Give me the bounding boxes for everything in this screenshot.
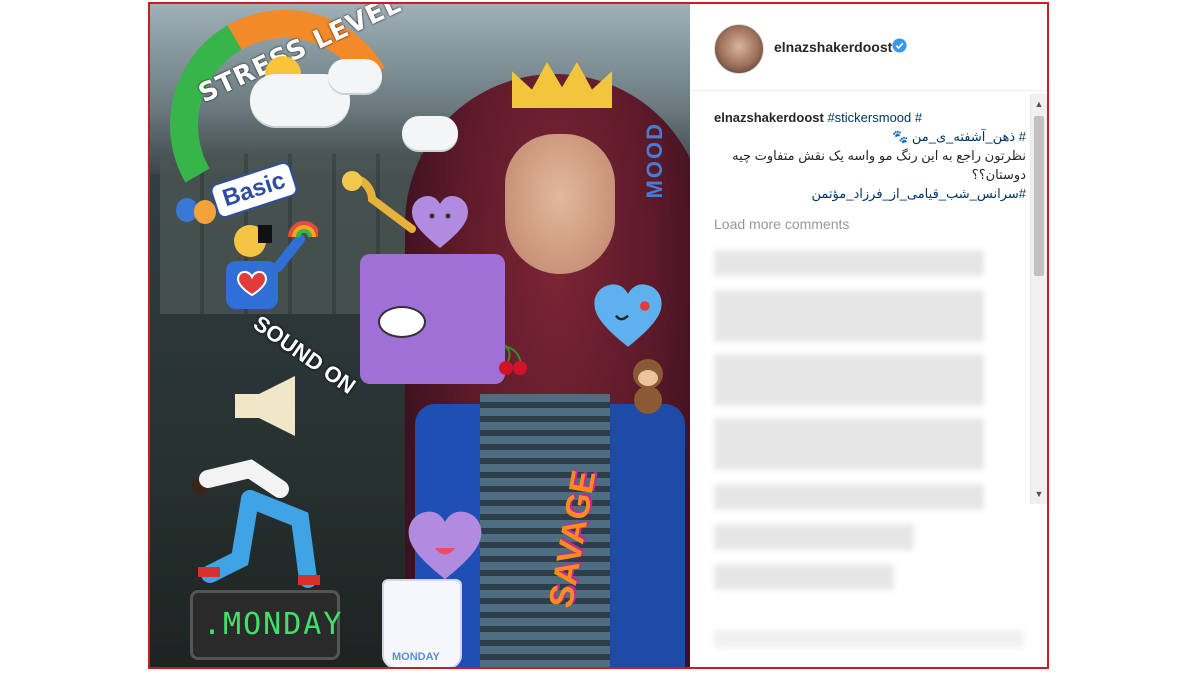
blurred-comment bbox=[714, 564, 894, 590]
blurred-comment-input bbox=[714, 630, 1024, 648]
blurred-comment bbox=[714, 484, 984, 510]
monkey-icon bbox=[633, 359, 663, 414]
coffee-mug-sticker: MONDAY bbox=[382, 579, 462, 667]
scroll-thumb[interactable] bbox=[1034, 116, 1044, 276]
caption-username[interactable]: elnazshakerdoost bbox=[714, 110, 824, 125]
mug-label: MONDAY bbox=[392, 651, 440, 663]
person-heart-sticker bbox=[226, 221, 318, 309]
caption-line-2: نظرتون راجع به این رنگ مو واسه یک نقش مت… bbox=[732, 148, 1026, 163]
eye-icon bbox=[378, 306, 426, 338]
blurred-comment bbox=[714, 354, 984, 406]
caption-line-3: دوستان؟؟ bbox=[971, 167, 1026, 182]
purple-heart-sticker bbox=[412, 196, 468, 248]
runner-sticker bbox=[192, 459, 320, 588]
caption-line-1[interactable]: # ذهن_آشفته_ی_من 🐾 bbox=[714, 127, 1026, 146]
blurred-comment bbox=[714, 250, 984, 276]
load-more-comments-link[interactable]: Load more comments bbox=[714, 216, 849, 232]
caption: elnazshakerdoost #stickersmood # # ذهن_آ… bbox=[714, 108, 1026, 203]
blurred-comment bbox=[714, 524, 914, 550]
monday-clock-sticker: .MONDAY bbox=[190, 590, 344, 660]
verified-badge-icon bbox=[892, 38, 907, 53]
sound-on-sticker: SOUND ON bbox=[248, 310, 361, 399]
photo-person-face bbox=[505, 134, 615, 274]
blurred-comment bbox=[714, 290, 984, 342]
scroll-down-arrow-icon[interactable]: ▼ bbox=[1033, 488, 1045, 500]
scroll-up-arrow-icon[interactable]: ▲ bbox=[1033, 98, 1045, 110]
cloud-icon bbox=[402, 116, 458, 150]
post-header: elnazshakerdoost bbox=[690, 4, 1047, 91]
caption-line-4[interactable]: #سرانس_شب_قیامی_از_فرزاد_مؤتمن bbox=[714, 184, 1026, 203]
speaker-icon bbox=[235, 376, 295, 436]
post-photo[interactable]: STRESS LEVEL Basic MOOD SOUND ON .MONDAY… bbox=[150, 4, 690, 667]
post-frame: STRESS LEVEL Basic MOOD SOUND ON .MONDAY… bbox=[148, 2, 1049, 669]
monday-clock-text: .MONDAY bbox=[203, 607, 344, 642]
phone-case-sticker bbox=[360, 254, 505, 384]
mood-sticker: MOOD bbox=[642, 122, 667, 199]
username-link[interactable]: elnazshakerdoost bbox=[774, 39, 892, 55]
caption-hashtags[interactable]: #stickersmood # bbox=[827, 110, 922, 125]
comments-scrollbar[interactable]: ▲ ▼ bbox=[1030, 94, 1047, 504]
post-side-panel: elnazshakerdoost elnazshakerdoost #stick… bbox=[690, 4, 1047, 667]
theater-masks-icon bbox=[176, 198, 216, 224]
cloud-icon bbox=[328, 59, 382, 93]
avatar[interactable] bbox=[714, 24, 764, 74]
cherry-icon bbox=[499, 345, 527, 375]
blue-heart-sticker bbox=[594, 284, 662, 347]
blurred-comment bbox=[714, 418, 984, 470]
purple-heart-sticker bbox=[408, 511, 482, 580]
